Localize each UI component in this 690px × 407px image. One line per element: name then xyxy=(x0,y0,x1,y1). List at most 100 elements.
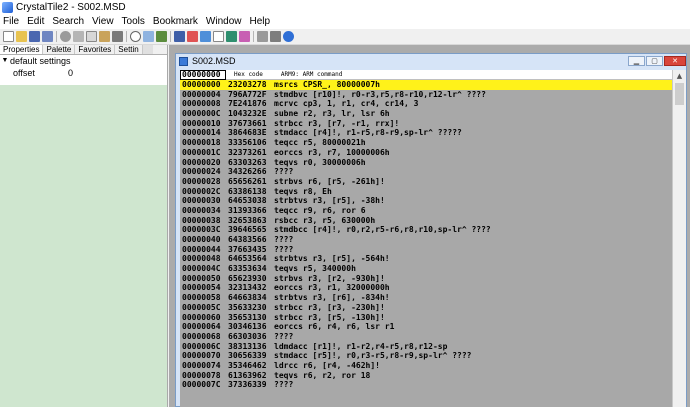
search-icon[interactable] xyxy=(130,31,141,42)
scroll-up-icon[interactable]: ▲ xyxy=(673,70,686,82)
tab-scroll-arrows[interactable] xyxy=(142,45,153,54)
menu-bookmark[interactable]: Bookmark xyxy=(149,15,202,29)
delete-icon[interactable] xyxy=(112,31,123,42)
disassembly-row[interactable]: 00000068 66303036???? xyxy=(180,332,672,342)
menu-file[interactable]: File xyxy=(0,15,23,29)
row-hex-code: 32313432 xyxy=(228,283,267,293)
disassembly-row[interactable]: 00000038 32653863 rsbcc r3, r5, 630000h xyxy=(180,216,672,226)
tile-icon[interactable] xyxy=(174,31,185,42)
tree-row-offset[interactable]: offset 0 xyxy=(0,67,167,79)
tab-settings[interactable]: Settin xyxy=(115,45,143,54)
disassembly-row[interactable]: 00000050 65623930 strbvs r3, [r2, -930h]! xyxy=(180,274,672,284)
scroll-thumb[interactable] xyxy=(675,83,684,105)
row-address: 00000030 xyxy=(182,196,221,206)
disassembly-row[interactable]: 0000003C 39646565 stmdbcc [r4]!, r0,r2,r5-… xyxy=(180,225,672,235)
vertical-scrollbar[interactable]: ▲ xyxy=(672,70,686,407)
disassembly-row[interactable]: 00000034 31393366 teqcc r9, r6, ror 6 xyxy=(180,206,672,216)
disassembly-row[interactable]: 00000044 37663435???? xyxy=(180,245,672,255)
disassembly-row[interactable]: 00000024 34326266???? xyxy=(180,167,672,177)
tab-favorites[interactable]: Favorites xyxy=(75,45,116,54)
disassembly-rows: 00000000 23203278 msrcs CPSR_, 80000007h 00… xyxy=(180,80,672,390)
open-icon[interactable] xyxy=(16,31,27,42)
menu-view[interactable]: View xyxy=(88,15,118,29)
header-arm-command: ARM9: ARM command xyxy=(280,71,343,78)
text-view-icon[interactable] xyxy=(213,31,224,42)
tile-view-icon[interactable] xyxy=(200,31,211,42)
disassembly-row[interactable]: 00000058 64663834 strbtvs r3, [r6], -834h! xyxy=(180,293,672,303)
row-instruction: ???? xyxy=(274,380,294,390)
row-instruction: eorccs r3, r7, 10000006h xyxy=(274,147,390,157)
child-window-s002: S002.MSD ▁ ▢ ✕ 00000000 Hex code ARM9: A… xyxy=(175,53,687,407)
palette-icon[interactable] xyxy=(187,31,198,42)
disassembly-row[interactable]: 00000078 61363962 teqvs r6, r2, ror 18 xyxy=(180,371,672,381)
minimize-button[interactable]: ▁ xyxy=(628,56,645,66)
expand-toggle-icon[interactable]: ▼ xyxy=(0,55,10,67)
property-value[interactable]: 0 xyxy=(68,67,73,79)
close-button[interactable]: ✕ xyxy=(664,56,686,66)
disassembly-row[interactable]: 0000006C 38313136 ldmdacc [r1]!, r1-r2,r4-… xyxy=(180,342,672,352)
cut-icon[interactable] xyxy=(73,31,84,42)
row-hex-code: 32653863 xyxy=(228,215,267,225)
row-address: 0000001C xyxy=(182,147,221,157)
paste-icon[interactable] xyxy=(99,31,110,42)
disassembly-row[interactable]: 00000020 63303263 teqvs r0, 30000006h xyxy=(180,158,672,168)
menu-search[interactable]: Search xyxy=(48,15,88,29)
new-icon[interactable] xyxy=(3,31,14,42)
settings-icon[interactable] xyxy=(270,31,281,42)
row-address: 00000018 xyxy=(182,138,221,148)
disassembly-row[interactable]: 00000030 64653038 strbtvs r3, [r5], -38h! xyxy=(180,196,672,206)
address-input[interactable]: 00000000 xyxy=(180,70,226,80)
menu-window[interactable]: Window xyxy=(202,15,246,29)
disassembly-row[interactable]: 0000004C 63353634 teqvs r5, 340000h xyxy=(180,264,672,274)
disassembly-row[interactable]: 00000074 35346462 ldrcc r6, [r4, -462h]! xyxy=(180,361,672,371)
hex-view-icon[interactable] xyxy=(239,31,250,42)
disassembly-row[interactable]: 00000004 796A772F stmdbvc [r10]!, r0-r3,r5… xyxy=(180,90,672,100)
disassembly-row[interactable]: 00000028 65656261 strbvs r6, [r5, -261h]! xyxy=(180,177,672,187)
disassembly-row[interactable]: 0000005C 35633230 strbcc r3, [r3, -230h]! xyxy=(180,303,672,313)
disassembly-row[interactable]: 00000060 35653130 strbcc r3, [r5, -130h]! xyxy=(180,313,672,323)
row-hex-code: 35653130 xyxy=(228,312,267,322)
disassembly-row[interactable]: 00000070 30656339 stmdacc [r5]!, r0,r3-r5,… xyxy=(180,351,672,361)
toolbar-separator xyxy=(126,31,127,42)
disassembly-row[interactable]: 0000001C 32373261 eorccs r3, r7, 10000006h xyxy=(180,148,672,158)
row-address: 0000007C xyxy=(182,380,221,390)
jump-icon[interactable] xyxy=(156,31,167,42)
grid-icon[interactable] xyxy=(257,31,268,42)
row-address: 0000004C xyxy=(182,264,221,274)
row-hex-code: 35633230 xyxy=(228,302,267,312)
disassembly-row[interactable]: 00000000 23203278 msrcs CPSR_, 80000007h xyxy=(180,80,672,90)
save-all-icon[interactable] xyxy=(42,31,53,42)
row-instruction: mcrvc cp3, 1, r1, cr4, cr14, 3 xyxy=(274,99,419,109)
disassembly-row[interactable]: 00000054 32313432 eorccs r3, r1, 32000000h xyxy=(180,283,672,293)
tree-group-default-settings[interactable]: ▼ default settings xyxy=(0,55,167,67)
row-instruction: strbcc r3, [r7, -r1, rrx]! xyxy=(274,118,400,128)
disassembly-row[interactable]: 00000048 64653564 strbtvs r3, [r5], -564h! xyxy=(180,254,672,264)
disassembly-row[interactable]: 0000007C 37336339???? xyxy=(180,380,672,390)
disassembly-icon[interactable] xyxy=(226,31,237,42)
disassembly-view[interactable]: 00000000 Hex code ARM9: ARM command 0000… xyxy=(180,70,672,407)
disassembly-row[interactable]: 00000040 64383566???? xyxy=(180,235,672,245)
search-next-icon[interactable] xyxy=(143,31,154,42)
disassembly-row[interactable]: 0000002C 63386138 teqvs r8, Eh xyxy=(180,187,672,197)
disassembly-row[interactable]: 00000010 37673661 strbcc r3, [r7, -r1, rrx… xyxy=(180,119,672,129)
row-address: 00000020 xyxy=(182,157,221,167)
maximize-button[interactable]: ▢ xyxy=(646,56,663,66)
disassembly-row[interactable]: 00000018 33356106 teqcc r5, 80000021h xyxy=(180,138,672,148)
menu-tools[interactable]: Tools xyxy=(118,15,149,29)
disassembly-row[interactable]: 00000064 30346136 eorccs r6, r4, r6, lsr r… xyxy=(180,322,672,332)
disassembly-row[interactable]: 0000000C 1043232E subne r2, r3, lr, lsr 6h xyxy=(180,109,672,119)
help-icon[interactable] xyxy=(283,31,294,42)
row-instruction: teqvs r5, 340000h xyxy=(274,264,356,274)
copy-icon[interactable] xyxy=(86,31,97,42)
disassembly-row[interactable]: 00000014 3864683E stmdacc [r4]!, r1-r5,r8-… xyxy=(180,128,672,138)
row-instruction: teqvs r6, r2, ror 18 xyxy=(274,370,371,380)
menu-help[interactable]: Help xyxy=(246,15,275,29)
save-icon[interactable] xyxy=(29,31,40,42)
row-instruction: teqvs r0, 30000006h xyxy=(274,157,366,167)
menu-edit[interactable]: Edit xyxy=(23,15,48,29)
child-titlebar[interactable]: S002.MSD ▁ ▢ ✕ xyxy=(176,54,686,68)
disassembly-row[interactable]: 00000008 7E241876 mcrvc cp3, 1, r1, cr4, c… xyxy=(180,99,672,109)
undo-icon[interactable] xyxy=(60,31,71,42)
tab-palette[interactable]: Palette xyxy=(43,45,76,54)
tab-properties[interactable]: Properties xyxy=(0,45,44,54)
